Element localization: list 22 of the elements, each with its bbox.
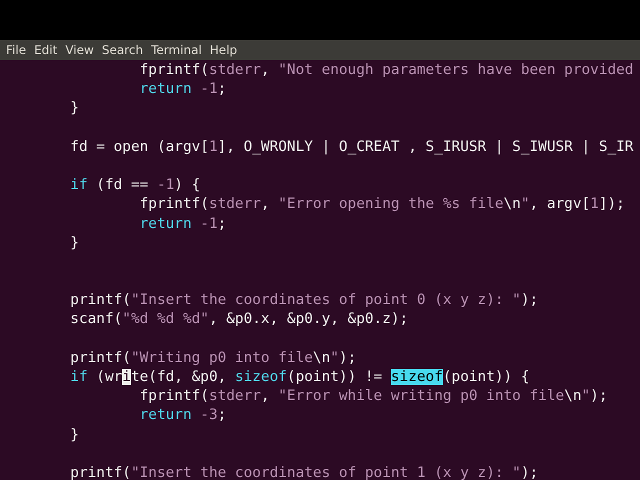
menu-item[interactable]: File (2, 40, 30, 60)
code-line: return -1; (138, 80, 226, 100)
code-line: if (fd == -1) { (69, 176, 200, 196)
code-line: fprintf(stderr, "Error opening the %s file\n", argv[1]); (138, 195, 625, 214)
menu-item[interactable]: Help (206, 40, 242, 60)
menu-item[interactable]: Search (98, 40, 148, 60)
code-line: printf("Insert the coordinates of point 0 (x y z): "); (69, 291, 538, 310)
code-line: fprintf(stderr, "Not enough parameters have been provided (138, 61, 634, 80)
code-line: fd = open (argv[1], O_WRONLY | O_CREAT , S_IRUSR | S_IWUSR | S_IR (69, 138, 634, 157)
code-line: scanf("%d %d %d", &p0.x, &p0.y, &p0.z); (69, 310, 408, 330)
code-line: return -3; (138, 406, 226, 426)
code-line: } (69, 426, 79, 445)
code-line: } (69, 99, 79, 118)
code-line: printf("Writing p0 into file\n"); (69, 348, 356, 368)
code-line: fprintf(stderr, "Error while writing p0 into file\n"); (138, 387, 608, 406)
code-line: return -1; (138, 214, 226, 234)
menu-item[interactable]: Edit (30, 40, 62, 60)
menu-item[interactable]: View (61, 40, 98, 60)
code-line: printf("Insert the coordinates of point 1 (x y z): "); (69, 464, 538, 480)
code-line: if (write(fd, &p0, sizeof(point)) != sizeof(point)) { (69, 368, 530, 387)
code-line: } (69, 234, 79, 253)
menu-item[interactable]: Terminal (147, 40, 206, 60)
